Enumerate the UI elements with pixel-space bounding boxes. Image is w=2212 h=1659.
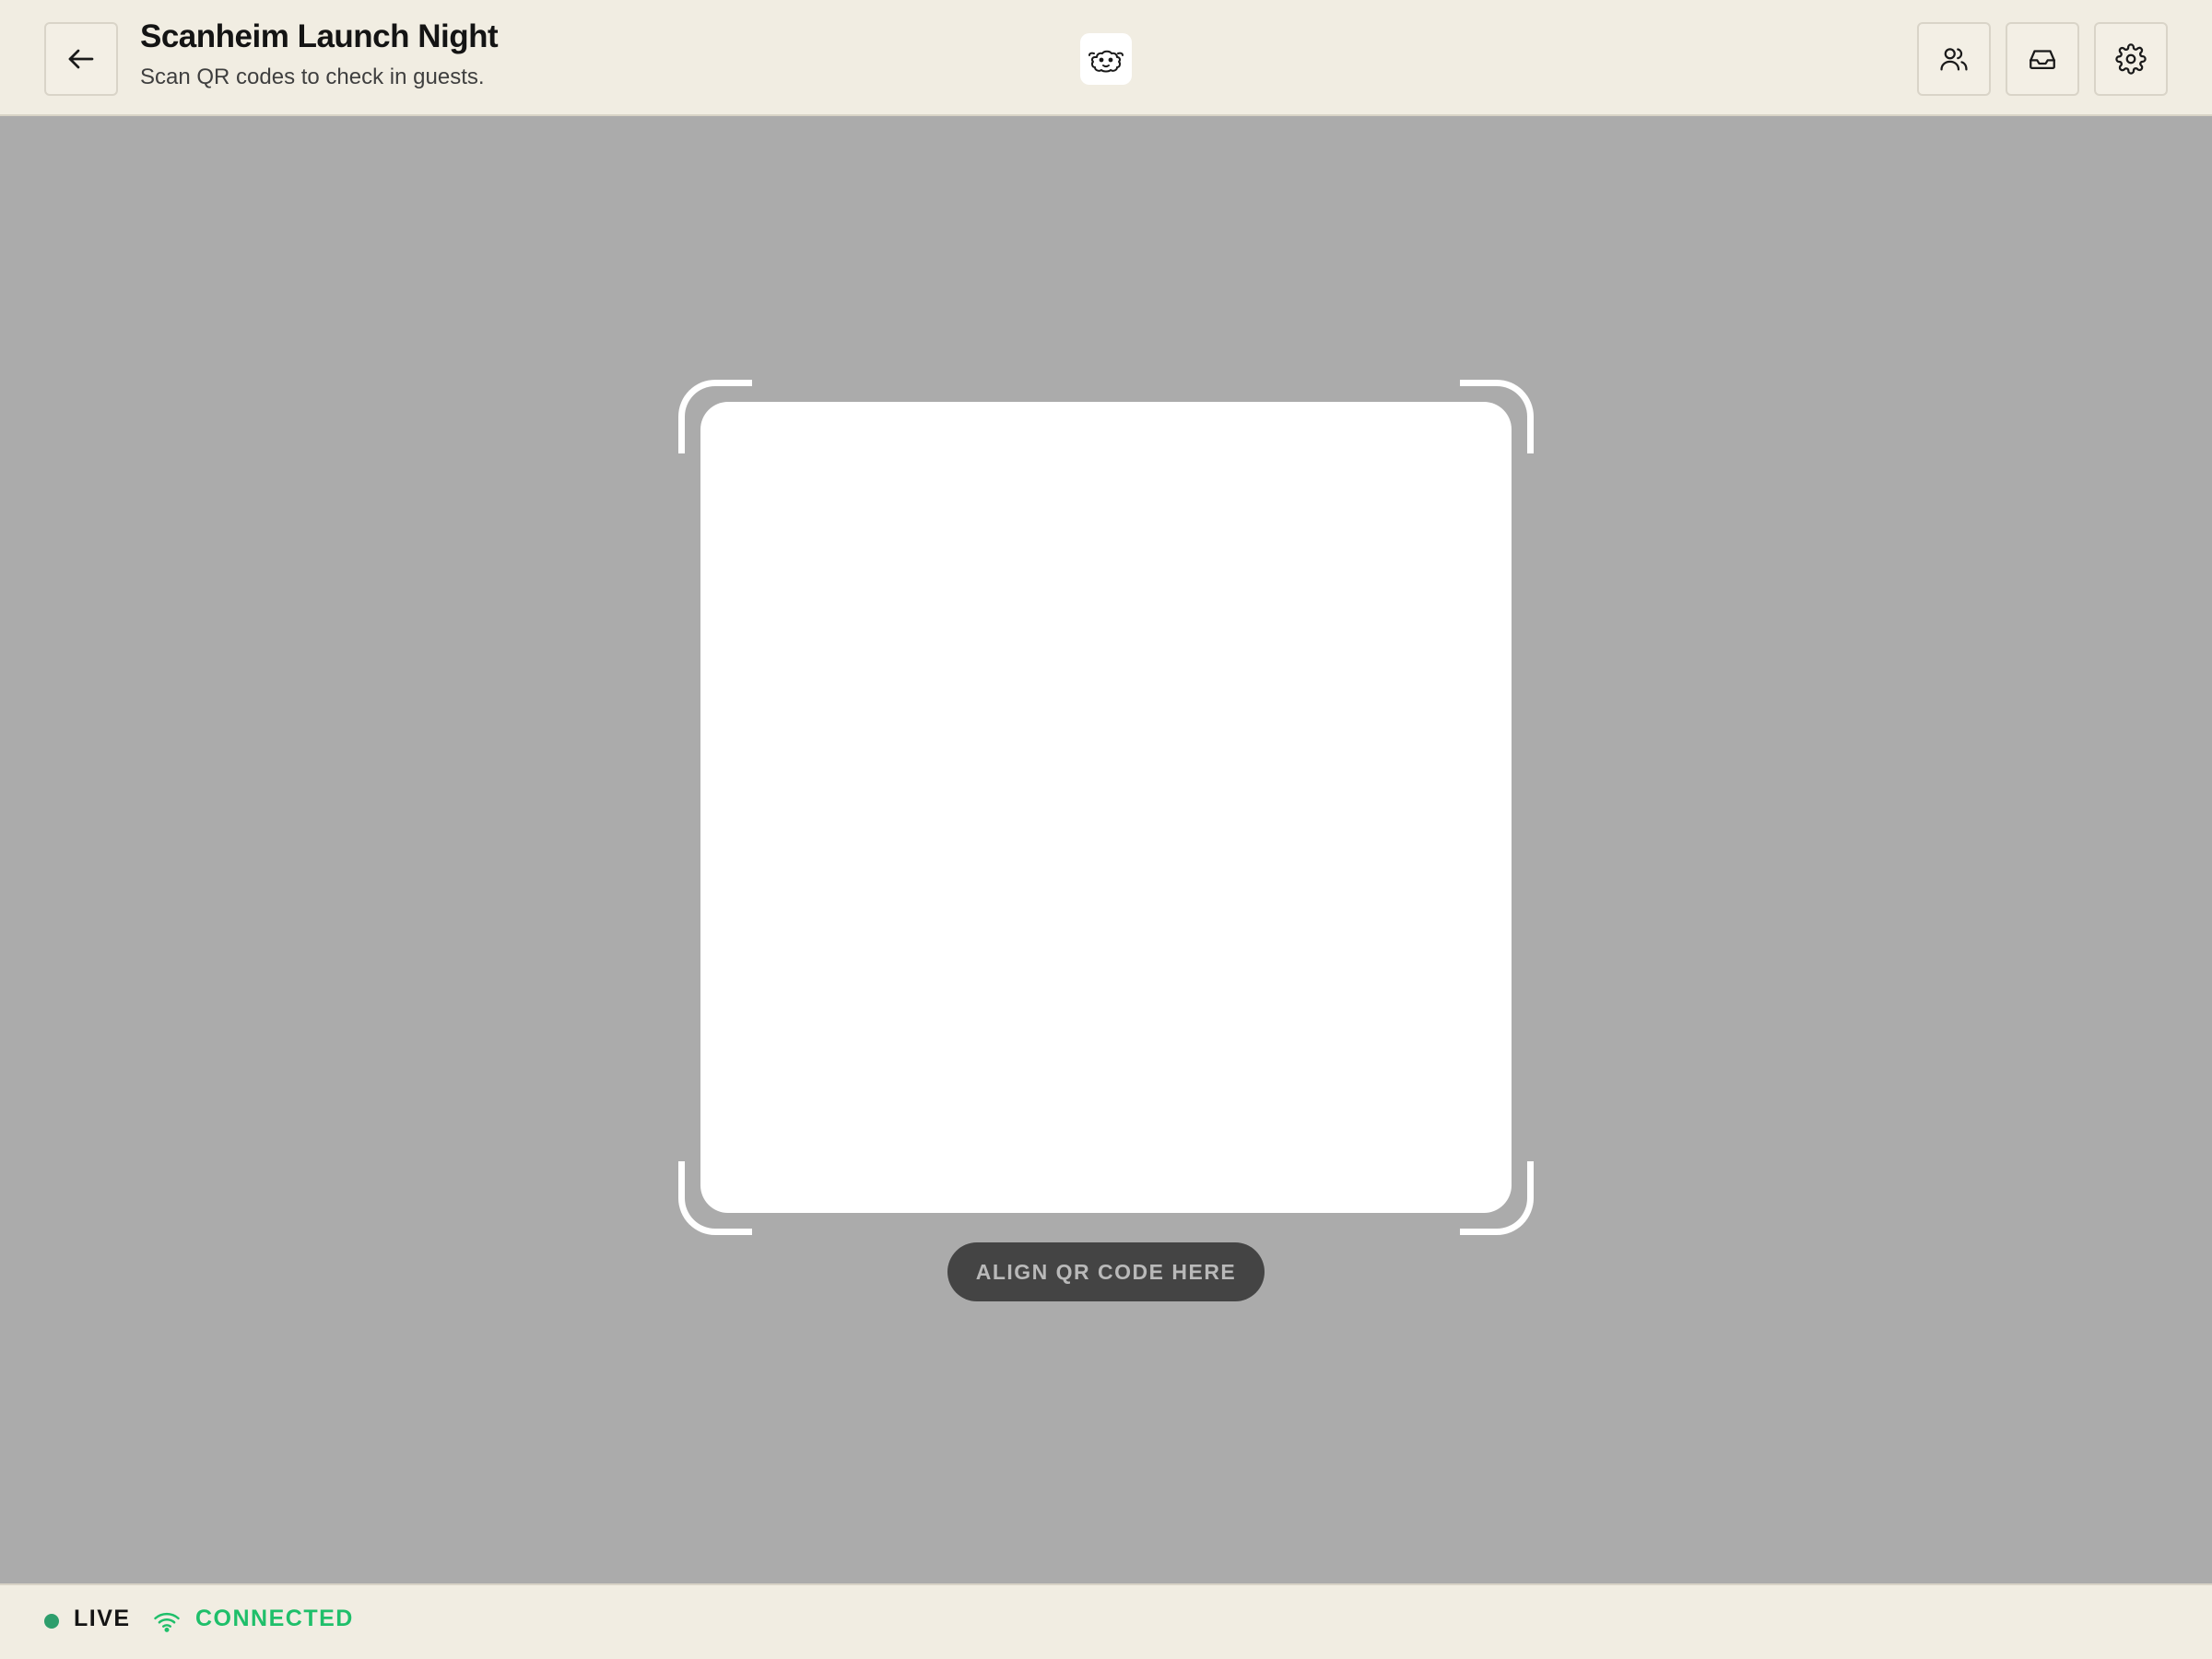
top-bar: Scanheim Launch Night Scan QR codes to c… (0, 0, 2212, 116)
live-status-label: LIVE (74, 1606, 131, 1631)
connection-status-label: CONNECTED (195, 1606, 354, 1631)
align-hint: ALIGN QR CODE HERE (947, 1242, 1265, 1301)
gear-icon (2115, 43, 2147, 75)
inbox-button[interactable] (2006, 22, 2079, 96)
guests-button[interactable] (1917, 22, 1991, 96)
live-indicator-dot (44, 1614, 59, 1629)
back-button[interactable] (44, 22, 118, 96)
status-bar: LIVE CONNECTED (0, 1583, 2212, 1659)
inbox-icon (2030, 50, 2055, 70)
users-icon (1940, 48, 1968, 71)
camera-viewport[interactable] (700, 402, 1512, 1213)
settings-button[interactable] (2094, 22, 2168, 96)
scanner-app: Scanheim Launch Night Scan QR codes to c… (0, 0, 2212, 1659)
page-subtitle: Scan QR codes to check in guests. (140, 65, 485, 89)
page-title: Scanheim Launch Night (140, 18, 499, 54)
app-logo (1080, 33, 1132, 85)
arrow-left-icon (68, 49, 94, 69)
wifi-icon (154, 1612, 180, 1632)
sheep-logo-icon (1088, 50, 1124, 73)
qr-scan-frame (678, 380, 1534, 1235)
